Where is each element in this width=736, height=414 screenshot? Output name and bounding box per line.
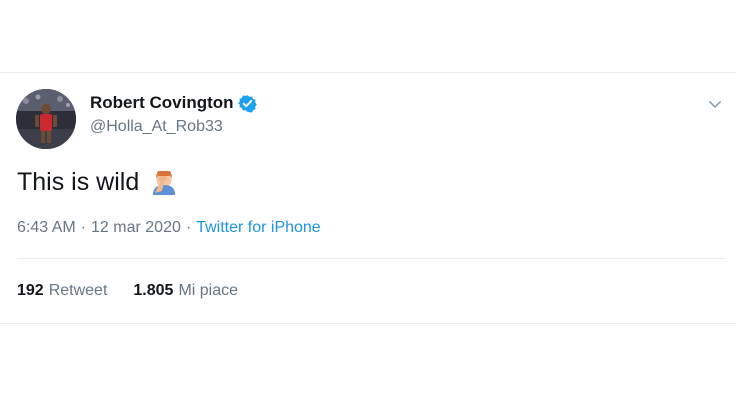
- tweet-text: This is wild: [17, 167, 140, 196]
- retweets-count: 192: [17, 282, 44, 299]
- meta-separator: ·: [80, 219, 87, 236]
- tweet-card: Robert Covington @Holla_At_Rob33 This is…: [0, 72, 736, 324]
- tweet-time[interactable]: 6:43 AM: [17, 219, 76, 237]
- tweet-source-link[interactable]: Twitter for iPhone: [196, 219, 321, 237]
- display-name[interactable]: Robert Covington: [90, 93, 234, 113]
- likes-label: Mi piace: [178, 282, 239, 299]
- chevron-down-icon[interactable]: [706, 95, 724, 113]
- avatar[interactable]: [16, 89, 76, 149]
- tweet-text-row: This is wild: [17, 167, 179, 197]
- tweet-date[interactable]: 12 mar 2020: [91, 219, 181, 237]
- retweets-stat[interactable]: 192 Retweet: [17, 282, 107, 300]
- name-row: Robert Covington: [90, 93, 257, 113]
- user-handle[interactable]: @Holla_At_Rob33: [90, 118, 223, 136]
- retweets-label: Retweet: [48, 282, 108, 299]
- likes-count: 1.805: [133, 282, 174, 299]
- tweet-meta: 6:43 AM · 12 mar 2020 · Twitter for iPho…: [17, 219, 321, 237]
- tweet-stats: 192 Retweet 1.805 Mi piace: [17, 282, 264, 300]
- facepalm-emoji-icon: [153, 171, 176, 195]
- verified-badge-icon: [237, 94, 257, 113]
- divider: [17, 258, 726, 259]
- likes-stat[interactable]: 1.805 Mi piace: [133, 282, 238, 300]
- meta-separator: ·: [185, 219, 192, 236]
